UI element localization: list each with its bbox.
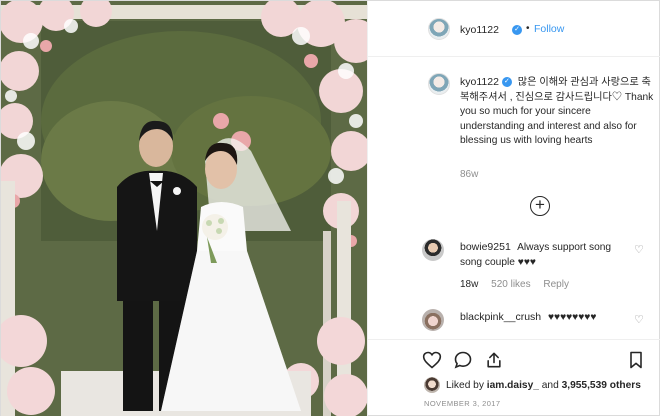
comment-bubble-icon[interactable] [453,350,473,370]
liked-by-and: and [541,379,559,391]
commenter-avatar[interactable] [422,239,444,261]
caption-text-block: kyo1122 ✓ 많은 이해와 관심과 사랑으로 축복해주셔서 , 진심으로 감… [460,75,658,149]
post-sidebar: kyo1122 ✓ • Follow kyo1122 ✓ 많은 이해와 관심과 사… [367,1,660,416]
commenter-username[interactable]: bowie9251 [460,241,511,253]
liked-by-summary: Liked by iam.daisy_ and 3,955,539 others [424,377,641,393]
author-avatar[interactable] [428,18,450,40]
author-username[interactable]: kyo1122 [460,24,499,36]
bookmark-icon[interactable] [626,350,646,370]
verified-badge-icon: ✓ [512,25,522,35]
comment-text-block: blackpink__crush ♥♥♥♥♥♥♥♥ [460,310,630,326]
comment-likes-count[interactable]: 520 likes [491,279,530,290]
verified-badge-icon: ✓ [501,77,512,88]
follow-button[interactable]: Follow [534,23,564,35]
post-header: kyo1122 ✓ • Follow [368,1,660,57]
comment-body: ♥♥♥♥♥♥♥♥ [547,312,597,323]
liked-by-user[interactable]: iam.daisy_ [487,380,539,391]
comment-meta: 18w 520 likes Reply [460,279,579,290]
post-actions-bar: Liked by iam.daisy_ and 3,955,539 others… [368,339,660,416]
commenter-username[interactable]: blackpink__crush [460,311,541,323]
commenter-avatar[interactable] [422,309,444,331]
separator-dot: • [526,23,530,34]
comment-reply-button[interactable]: Reply [543,279,569,290]
load-more-comments-button[interactable]: + [530,196,550,216]
post-date[interactable]: NOVEMBER 3, 2017 [424,399,500,408]
share-arrow-icon[interactable] [484,350,504,370]
comment-like-heart-icon[interactable]: ♡ [634,243,644,256]
liked-by-others[interactable]: 3,955,539 others [562,380,641,391]
heart-outline-icon[interactable] [422,350,442,370]
post-photo[interactable] [1,1,367,416]
caption-username[interactable]: kyo1122 [460,76,499,88]
comment-time[interactable]: 18w [460,279,478,290]
liked-by-prefix: Liked by [446,379,484,391]
wedding-photo-illustration [1,1,367,416]
caption-avatar[interactable] [428,73,450,95]
caption-time-ago[interactable]: 86w [460,169,478,180]
comment-text-block: bowie9251 Always support song song coupl… [460,240,630,270]
comment-like-heart-icon[interactable]: ♡ [634,313,644,326]
liker-avatar[interactable] [424,377,440,393]
instagram-post: kyo1122 ✓ • Follow kyo1122 ✓ 많은 이해와 관심과 사… [0,0,660,416]
